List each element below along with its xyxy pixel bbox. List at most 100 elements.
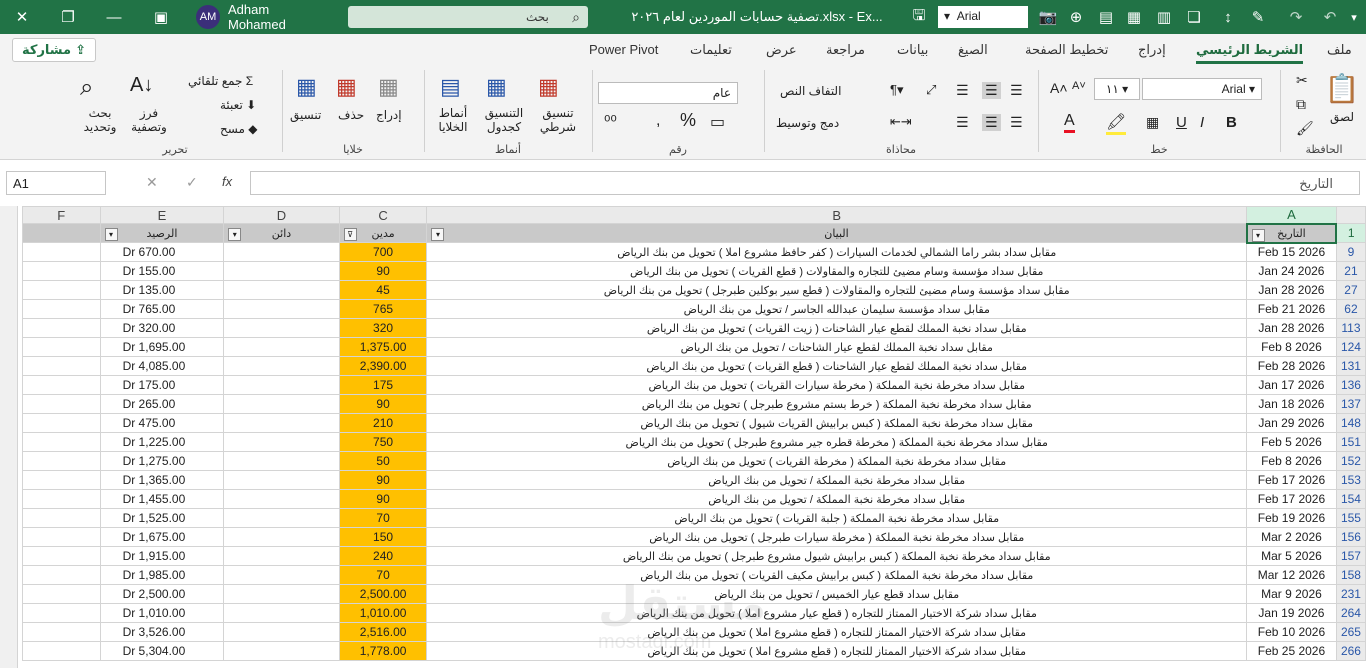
- currency-icon[interactable]: ▭: [710, 112, 725, 132]
- header-date-cell[interactable]: ▾ التاريخ: [1245, 222, 1338, 244]
- credit-cell[interactable]: [223, 489, 340, 509]
- conditional-format-button[interactable]: تنسيق شرطي: [530, 106, 586, 134]
- tab-data[interactable]: بيانات: [897, 42, 928, 58]
- format-cells-button[interactable]: تنسيق: [290, 108, 321, 122]
- description-cell[interactable]: مقابل سداد نخبة المملك لقطع عيار الشاحنا…: [426, 318, 1248, 338]
- cell-f[interactable]: [22, 337, 101, 357]
- borders-icon[interactable]: ▦: [1146, 114, 1159, 131]
- header-credit-cell[interactable]: ▾ دائن: [223, 223, 340, 243]
- filter-dropdown-icon[interactable]: ▾: [1251, 228, 1265, 241]
- debit-cell[interactable]: 70: [338, 508, 428, 528]
- calendar-icon[interactable]: ▦: [1122, 0, 1146, 34]
- date-cell[interactable]: Mar 5 2026: [1246, 546, 1337, 566]
- balance-cell[interactable]: Dr 3,526.00: [99, 622, 225, 642]
- row-header[interactable]: 21: [1335, 261, 1366, 281]
- date-cell[interactable]: Feb 8 2026: [1246, 451, 1337, 471]
- percent-button[interactable]: %: [680, 110, 696, 131]
- cell-f1[interactable]: [22, 223, 101, 243]
- description-cell[interactable]: مقابل سداد مخرطة نخبة المملكة ( مخرطة قط…: [426, 432, 1248, 452]
- credit-cell[interactable]: [223, 299, 340, 319]
- credit-cell[interactable]: [223, 394, 340, 414]
- balance-cell[interactable]: Dr 1,010.00: [99, 603, 225, 623]
- select-all-corner[interactable]: [1335, 206, 1366, 224]
- column-header-c[interactable]: C: [338, 206, 428, 224]
- description-cell[interactable]: مقابل سداد بشر راما الشمالي لخدمات السيا…: [426, 242, 1248, 262]
- delete-cells-button[interactable]: حذف: [338, 108, 364, 122]
- close-window-button[interactable]: ✕: [0, 0, 44, 34]
- format-painter-icon[interactable]: 🖌: [1296, 120, 1314, 137]
- row-header[interactable]: 9: [1335, 242, 1366, 262]
- description-cell[interactable]: مقابل سداد مخرطة نخبة المملكة ( كبس براب…: [426, 565, 1248, 585]
- cell-f[interactable]: [22, 375, 101, 395]
- insert-function-button[interactable]: fx: [222, 174, 232, 189]
- date-cell[interactable]: Feb 19 2026: [1246, 508, 1337, 528]
- align-bottom-icon[interactable]: ☰: [1010, 82, 1023, 99]
- balance-cell[interactable]: Dr 320.00: [99, 318, 225, 338]
- row-header[interactable]: 113: [1335, 318, 1366, 338]
- check-icon[interactable]: ✎: [1246, 0, 1270, 34]
- credit-cell[interactable]: [223, 432, 340, 452]
- debit-cell[interactable]: 45: [338, 280, 428, 300]
- cell-f[interactable]: [22, 603, 101, 623]
- align-left-icon[interactable]: ☰: [956, 114, 969, 131]
- debit-cell[interactable]: 700: [338, 242, 428, 262]
- row-header[interactable]: 151: [1335, 432, 1366, 452]
- credit-cell[interactable]: [223, 451, 340, 471]
- orientation-icon[interactable]: ⤢: [926, 82, 936, 98]
- column-header-a[interactable]: A: [1246, 206, 1337, 225]
- name-box[interactable]: A1: [6, 171, 106, 195]
- debit-cell[interactable]: 2,516.00: [338, 622, 428, 642]
- balance-cell[interactable]: Dr 1,275.00: [99, 451, 225, 471]
- cell-f[interactable]: [22, 489, 101, 509]
- font-grow-icon[interactable]: A˄: [1050, 80, 1068, 96]
- debit-cell[interactable]: 90: [338, 261, 428, 281]
- date-cell[interactable]: Jan 19 2026: [1246, 603, 1337, 623]
- header-debit-cell[interactable]: ⊽ مدين: [338, 223, 428, 243]
- cell-f[interactable]: [22, 470, 101, 490]
- cell-f[interactable]: [22, 508, 101, 528]
- sort-filter-icon[interactable]: A↓: [130, 74, 153, 97]
- credit-cell[interactable]: [223, 603, 340, 623]
- row-header[interactable]: 265: [1335, 622, 1366, 642]
- debit-cell[interactable]: 240: [338, 546, 428, 566]
- row-header[interactable]: 155: [1335, 508, 1366, 528]
- tab-home[interactable]: الشريط الرئيسي: [1196, 42, 1304, 64]
- description-cell[interactable]: مقابل سداد مخرطة نخبة المملكة ( مخرطة سي…: [426, 527, 1248, 547]
- decimal-icon[interactable]: ⁰⁰: [604, 112, 617, 132]
- date-cell[interactable]: Mar 12 2026: [1246, 565, 1337, 585]
- cancel-icon[interactable]: ✕: [146, 174, 158, 191]
- credit-cell[interactable]: [223, 508, 340, 528]
- font-size-select[interactable]: ١١ ▾: [1094, 78, 1140, 100]
- redo-icon[interactable]: ↷: [1284, 0, 1308, 34]
- description-cell[interactable]: مقابل سداد مخرطة نخبة المملكة ( كبس براب…: [426, 413, 1248, 433]
- row-header[interactable]: 136: [1335, 375, 1366, 395]
- align-center-icon[interactable]: ☰: [982, 114, 1001, 131]
- chevron-down-icon[interactable]: ▾: [1344, 0, 1364, 34]
- debit-cell[interactable]: 750: [338, 432, 428, 452]
- find-select-icon[interactable]: ⌕: [80, 74, 93, 102]
- tab-insert[interactable]: إدراج: [1138, 42, 1166, 58]
- camera-icon[interactable]: 📷: [1036, 0, 1060, 34]
- balance-cell[interactable]: Dr 175.00: [99, 375, 225, 395]
- cell-f[interactable]: [22, 261, 101, 281]
- vertical-scrollbar[interactable]: [0, 206, 18, 668]
- cell-f[interactable]: [22, 546, 101, 566]
- row-header[interactable]: 154: [1335, 489, 1366, 509]
- row-header[interactable]: 27: [1335, 280, 1366, 300]
- date-cell[interactable]: Feb 21 2026: [1246, 299, 1337, 319]
- balance-cell[interactable]: Dr 1,985.00: [99, 565, 225, 585]
- fill-color-icon[interactable]: 🖍: [1106, 112, 1127, 135]
- description-cell[interactable]: مقابل سداد نخبة المملك لقطع عيار الشاحنا…: [426, 356, 1248, 376]
- debit-cell[interactable]: 1,375.00: [338, 337, 428, 357]
- tab-power-pivot[interactable]: Power Pivot: [589, 42, 658, 57]
- filter-active-icon[interactable]: ⊽: [343, 228, 357, 241]
- formula-input[interactable]: التاريخ: [250, 171, 1360, 195]
- row-header[interactable]: 231: [1335, 584, 1366, 604]
- balance-cell[interactable]: Dr 135.00: [99, 280, 225, 300]
- debit-cell[interactable]: 90: [338, 489, 428, 509]
- cell-f[interactable]: [22, 527, 101, 547]
- cell-styles-icon[interactable]: ▤: [440, 74, 461, 100]
- balance-cell[interactable]: Dr 670.00: [99, 242, 225, 262]
- debit-cell[interactable]: 2,390.00: [338, 356, 428, 376]
- restore-window-button[interactable]: ❐: [50, 0, 86, 34]
